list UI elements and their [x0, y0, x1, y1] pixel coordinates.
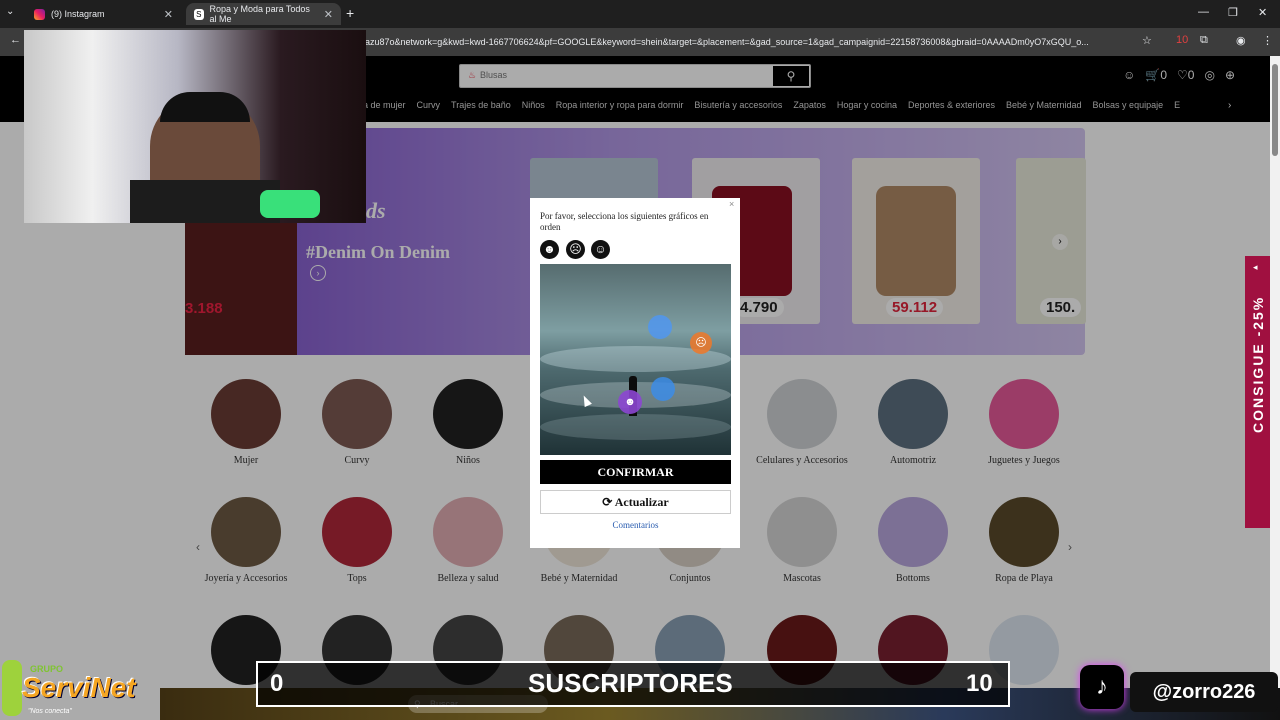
- tiktok-handle: @zorro226: [1130, 672, 1278, 712]
- grinning-face-icon: ☻: [540, 240, 559, 259]
- new-tab-button[interactable]: +: [346, 5, 354, 21]
- refresh-label: Actualizar: [614, 495, 669, 509]
- close-icon[interactable]: ×: [729, 199, 734, 209]
- tab-label: Ropa y Moda para Todos al Me: [209, 4, 310, 24]
- tab-instagram[interactable]: (9) Instagram ✕: [26, 3, 181, 25]
- restore-button[interactable]: ❐: [1228, 6, 1238, 19]
- sad-face-icon: ☹: [566, 240, 585, 259]
- feedback-link[interactable]: Comentarios: [540, 520, 731, 530]
- captcha-image[interactable]: [540, 264, 731, 455]
- side-promo-label: CONSIGUE -25%: [1250, 295, 1266, 433]
- minimize-button[interactable]: —: [1198, 6, 1209, 18]
- close-icon[interactable]: ✕: [164, 8, 173, 21]
- refresh-icon: ⟳: [602, 495, 613, 509]
- logo-brand-text: ServiNet: [22, 672, 136, 703]
- subscriber-count-right: 10: [966, 670, 993, 697]
- bookmark-star-icon[interactable]: ☆: [1142, 34, 1152, 47]
- wave-shape: [540, 414, 731, 440]
- menu-kebab-icon[interactable]: ⋮: [1262, 34, 1273, 47]
- captcha-target[interactable]: [651, 377, 675, 401]
- tab-list-chevron-icon[interactable]: ⌄: [6, 6, 14, 17]
- streamer-shirt: [130, 180, 280, 223]
- mascot-logo: [2, 660, 22, 716]
- tiktok-icon: ♪: [1080, 665, 1124, 709]
- webcam-overlay: [24, 30, 366, 223]
- extension-badge[interactable]: 10: [1176, 34, 1188, 46]
- captcha-target[interactable]: ☻: [618, 390, 642, 414]
- smirk-face-icon: ☺: [591, 240, 610, 259]
- logo-tagline: "Nos conecta": [28, 708, 72, 715]
- microphone: [260, 190, 320, 218]
- collapse-arrow-icon[interactable]: ◂: [1253, 262, 1258, 273]
- confirm-button[interactable]: CONFIRMAR: [540, 460, 731, 484]
- subscriber-title: SUSCRIPTORES: [528, 668, 733, 698]
- instagram-icon: [34, 8, 45, 20]
- captcha-target[interactable]: ☹: [690, 332, 712, 354]
- extensions-puzzle-icon[interactable]: ⧉: [1200, 34, 1208, 47]
- tab-label: (9) Instagram: [51, 9, 105, 19]
- shein-s-icon: S: [194, 8, 204, 20]
- subscriber-count-left: 0: [270, 670, 284, 697]
- back-arrow-icon[interactable]: ←: [10, 34, 21, 46]
- address-bar[interactable]: azu87o&network=g&kwd=kwd-1667706624&pf=G…: [365, 33, 1135, 51]
- refresh-button[interactable]: ⟳ Actualizar: [540, 490, 731, 514]
- tab-shein[interactable]: S Ropa y Moda para Todos al Me ✕: [186, 3, 341, 25]
- captcha-target[interactable]: [648, 315, 672, 339]
- streamer-hair: [160, 92, 250, 122]
- window-close-button[interactable]: ✕: [1258, 6, 1267, 19]
- captcha-prompt: Por favor, selecciona los siguientes grá…: [540, 211, 709, 232]
- close-icon[interactable]: ✕: [324, 8, 333, 21]
- profile-avatar-icon[interactable]: ◉: [1236, 34, 1246, 47]
- scrollbar-thumb[interactable]: [1272, 64, 1278, 156]
